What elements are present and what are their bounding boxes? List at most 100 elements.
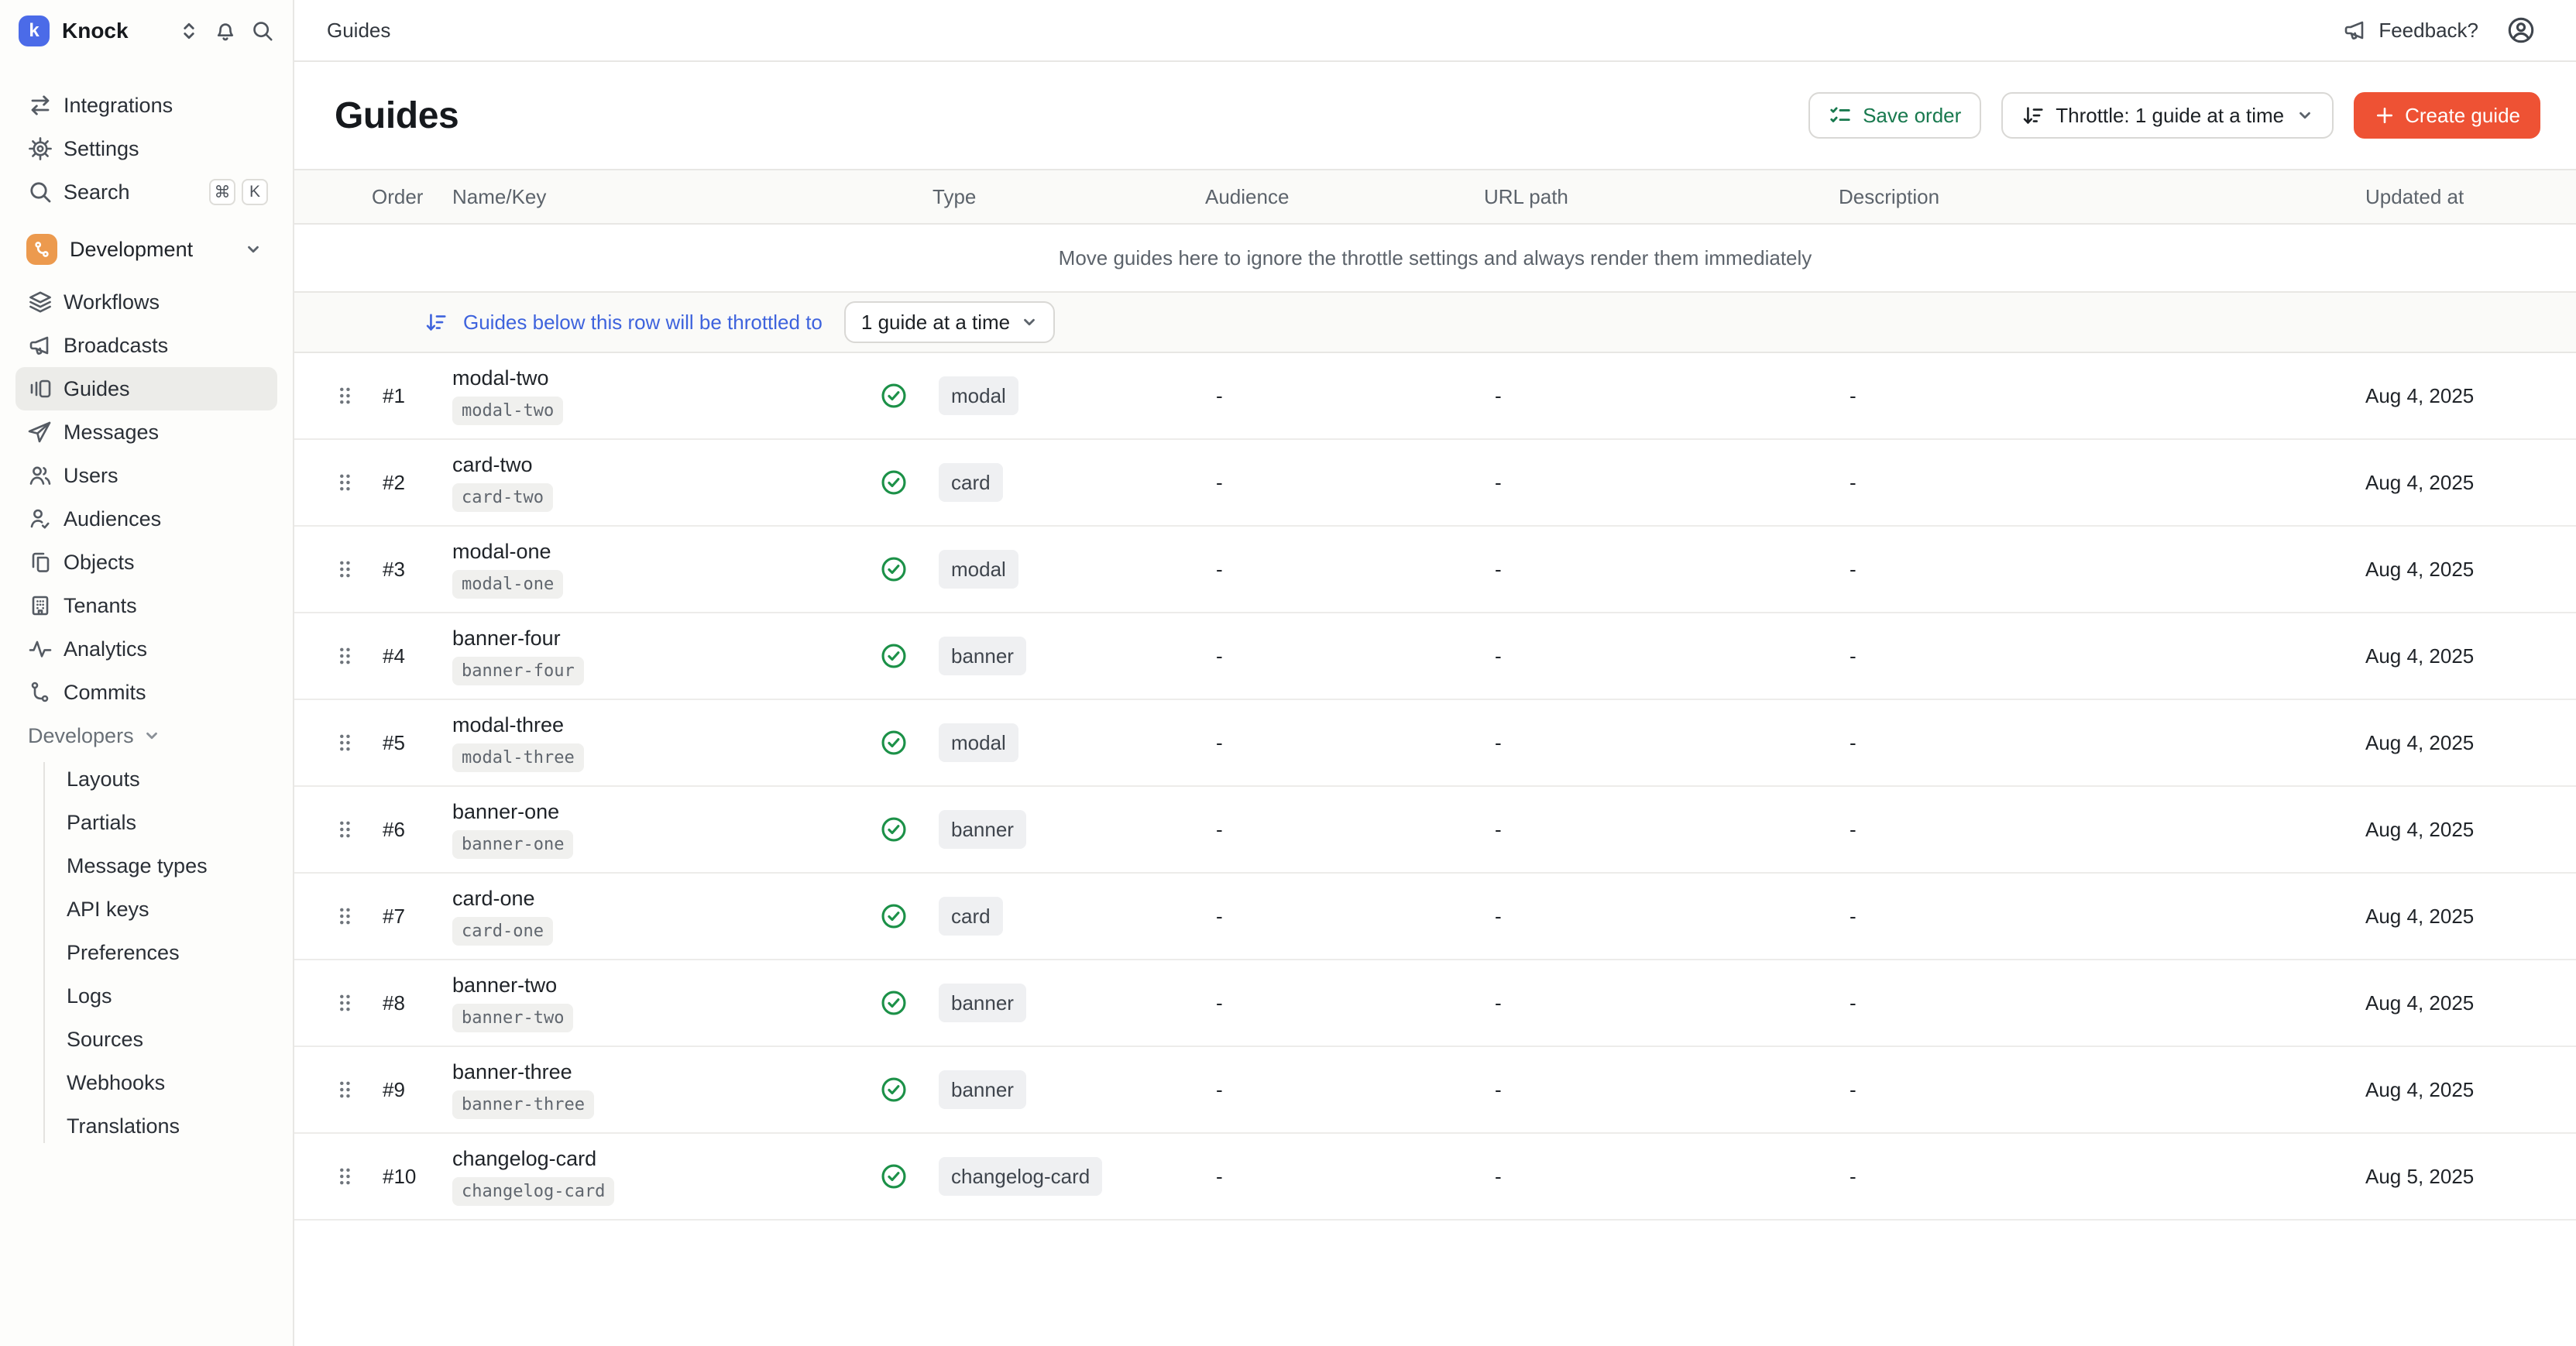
status-check-icon	[880, 555, 933, 583]
guide-row[interactable]: #6 banner-one banner-one banner - - - Au…	[294, 787, 2576, 874]
status-check-icon	[880, 815, 933, 843]
guide-row[interactable]: #10 changelog-card changelog-card change…	[294, 1134, 2576, 1221]
sidebar-item-workflows[interactable]: Workflows	[0, 280, 293, 324]
guide-order: #8	[372, 991, 452, 1015]
sidebar-item-analytics[interactable]: Analytics	[0, 627, 293, 671]
status-check-icon	[880, 729, 933, 757]
throttle-sort-icon	[2021, 104, 2045, 127]
workspace-switcher-icon[interactable]	[178, 20, 200, 42]
settings-gear-icon	[28, 136, 53, 161]
sidebar-subitem[interactable]: Layouts	[0, 757, 293, 801]
sidebar-subitem[interactable]: Preferences	[0, 931, 293, 974]
guide-name: banner-two	[452, 973, 880, 997]
throttle-divider-label[interactable]: Guides below this row will be throttled …	[463, 311, 823, 335]
drag-handle-icon[interactable]	[294, 644, 372, 668]
sidebar-item-integrations[interactable]: Integrations	[0, 84, 293, 127]
guide-audience: -	[1205, 471, 1484, 495]
sidebar-subitem[interactable]: Logs	[0, 974, 293, 1018]
drag-handle-icon[interactable]	[294, 905, 372, 928]
guide-order: #3	[372, 558, 452, 582]
guide-key: modal-two	[452, 397, 563, 425]
feedback-button[interactable]: Feedback?	[2343, 18, 2478, 43]
drag-handle-icon[interactable]	[294, 818, 372, 841]
broadcasts-megaphone-icon	[28, 333, 53, 358]
status-check-icon	[880, 1162, 933, 1190]
messages-send-icon	[28, 420, 53, 445]
guide-audience: -	[1205, 905, 1484, 929]
checklist-icon	[1829, 104, 1852, 127]
drag-handle-icon[interactable]	[294, 1078, 372, 1101]
sidebar-item-broadcasts[interactable]: Broadcasts	[0, 324, 293, 367]
drag-handle-icon[interactable]	[294, 991, 372, 1015]
drag-handle-icon[interactable]	[294, 471, 372, 494]
developers-subnav: Layouts Partials Message types API keys …	[0, 757, 293, 1148]
sidebar-subitem[interactable]: Sources	[0, 1018, 293, 1061]
sidebar-subitem[interactable]: API keys	[0, 888, 293, 931]
environment-switcher[interactable]: Development	[0, 228, 293, 271]
search-icon	[28, 180, 53, 204]
sidebar-subitem[interactable]: Partials	[0, 801, 293, 844]
sidebar-subitem-label: API keys	[67, 898, 149, 922]
sidebar-item-label: Audiences	[64, 507, 161, 531]
user-avatar-icon[interactable]	[2506, 15, 2536, 45]
sidebar-item-commits[interactable]: Commits	[0, 671, 293, 714]
status-check-icon	[880, 902, 933, 930]
sidebar-item-objects[interactable]: Objects	[0, 541, 293, 584]
guides-icon	[28, 376, 53, 401]
guide-order: #7	[372, 905, 452, 929]
guide-updated-at: Aug 4, 2025	[2365, 818, 2576, 842]
col-header-name-key: Name/Key	[452, 185, 880, 209]
notifications-bell-icon[interactable]	[214, 19, 237, 43]
guide-name: card-two	[452, 453, 880, 477]
page-actions: Save order Throttle: 1 guide at a time C…	[1808, 92, 2540, 139]
guide-url-path: -	[1484, 1165, 1839, 1189]
sidebar-item-audiences[interactable]: Audiences	[0, 497, 293, 541]
unthrottled-drop-zone[interactable]: Move guides here to ignore the throttle …	[294, 225, 2576, 293]
drag-handle-icon[interactable]	[294, 731, 372, 754]
guide-key: card-two	[452, 483, 553, 512]
create-guide-button[interactable]: Create guide	[2354, 92, 2540, 139]
sidebar-subitem[interactable]: Translations	[0, 1104, 293, 1148]
section-label-text: Developers	[28, 724, 134, 748]
sidebar-item-users[interactable]: Users	[0, 454, 293, 497]
guide-row[interactable]: #1 modal-two modal-two modal - - - Aug 4…	[294, 353, 2576, 440]
sidebar-item-search[interactable]: Search ⌘ K	[0, 170, 293, 214]
sidebar-item-messages[interactable]: Messages	[0, 410, 293, 454]
guide-updated-at: Aug 4, 2025	[2365, 471, 2576, 495]
guide-row[interactable]: #2 card-two card-two card - - - Aug 4, 2…	[294, 440, 2576, 527]
guide-name: banner-four	[452, 627, 880, 651]
save-order-button[interactable]: Save order	[1808, 92, 1981, 139]
sidebar-item-tenants[interactable]: Tenants	[0, 584, 293, 627]
throttle-value-dropdown[interactable]: 1 guide at a time	[844, 301, 1055, 343]
logo-letter: k	[29, 20, 39, 42]
guide-row[interactable]: #5 modal-three modal-three modal - - - A…	[294, 700, 2576, 787]
col-header-description: Description	[1839, 185, 2365, 209]
guide-row[interactable]: #3 modal-one modal-one modal - - - Aug 4…	[294, 527, 2576, 613]
guide-order: #5	[372, 731, 452, 755]
throttle-button-label: Throttle: 1 guide at a time	[2056, 104, 2284, 128]
throttle-dropdown-button[interactable]: Throttle: 1 guide at a time	[2001, 92, 2334, 139]
sidebar-subitem[interactable]: Webhooks	[0, 1061, 293, 1104]
guide-type-badge: banner	[939, 637, 1026, 675]
guide-row[interactable]: #7 card-one card-one card - - - Aug 4, 2…	[294, 874, 2576, 960]
guide-row[interactable]: #4 banner-four banner-four banner - - - …	[294, 613, 2576, 700]
guide-name: modal-one	[452, 540, 880, 564]
sidebar-subitem[interactable]: Message types	[0, 844, 293, 888]
sidebar-item-label: Guides	[64, 377, 130, 401]
sidebar-nav: Integrations Settings Search ⌘ K Develop…	[0, 62, 293, 1148]
guide-row[interactable]: #8 banner-two banner-two banner - - - Au…	[294, 960, 2576, 1047]
sidebar-item-guides[interactable]: Guides	[15, 367, 277, 410]
drag-handle-icon[interactable]	[294, 558, 372, 581]
users-icon	[28, 463, 53, 488]
guide-row[interactable]: #9 banner-three banner-three banner - - …	[294, 1047, 2576, 1134]
sidebar-item-settings[interactable]: Settings	[0, 127, 293, 170]
guide-url-path: -	[1484, 991, 1839, 1015]
feedback-megaphone-icon	[2343, 18, 2368, 43]
sidebar-section-developers[interactable]: Developers	[0, 714, 293, 757]
drag-handle-icon[interactable]	[294, 384, 372, 407]
drag-handle-icon[interactable]	[294, 1165, 372, 1188]
search-icon[interactable]	[251, 19, 274, 43]
throttle-sort-icon	[424, 311, 448, 334]
guide-description: -	[1839, 991, 2365, 1015]
guide-key: modal-one	[452, 570, 563, 599]
